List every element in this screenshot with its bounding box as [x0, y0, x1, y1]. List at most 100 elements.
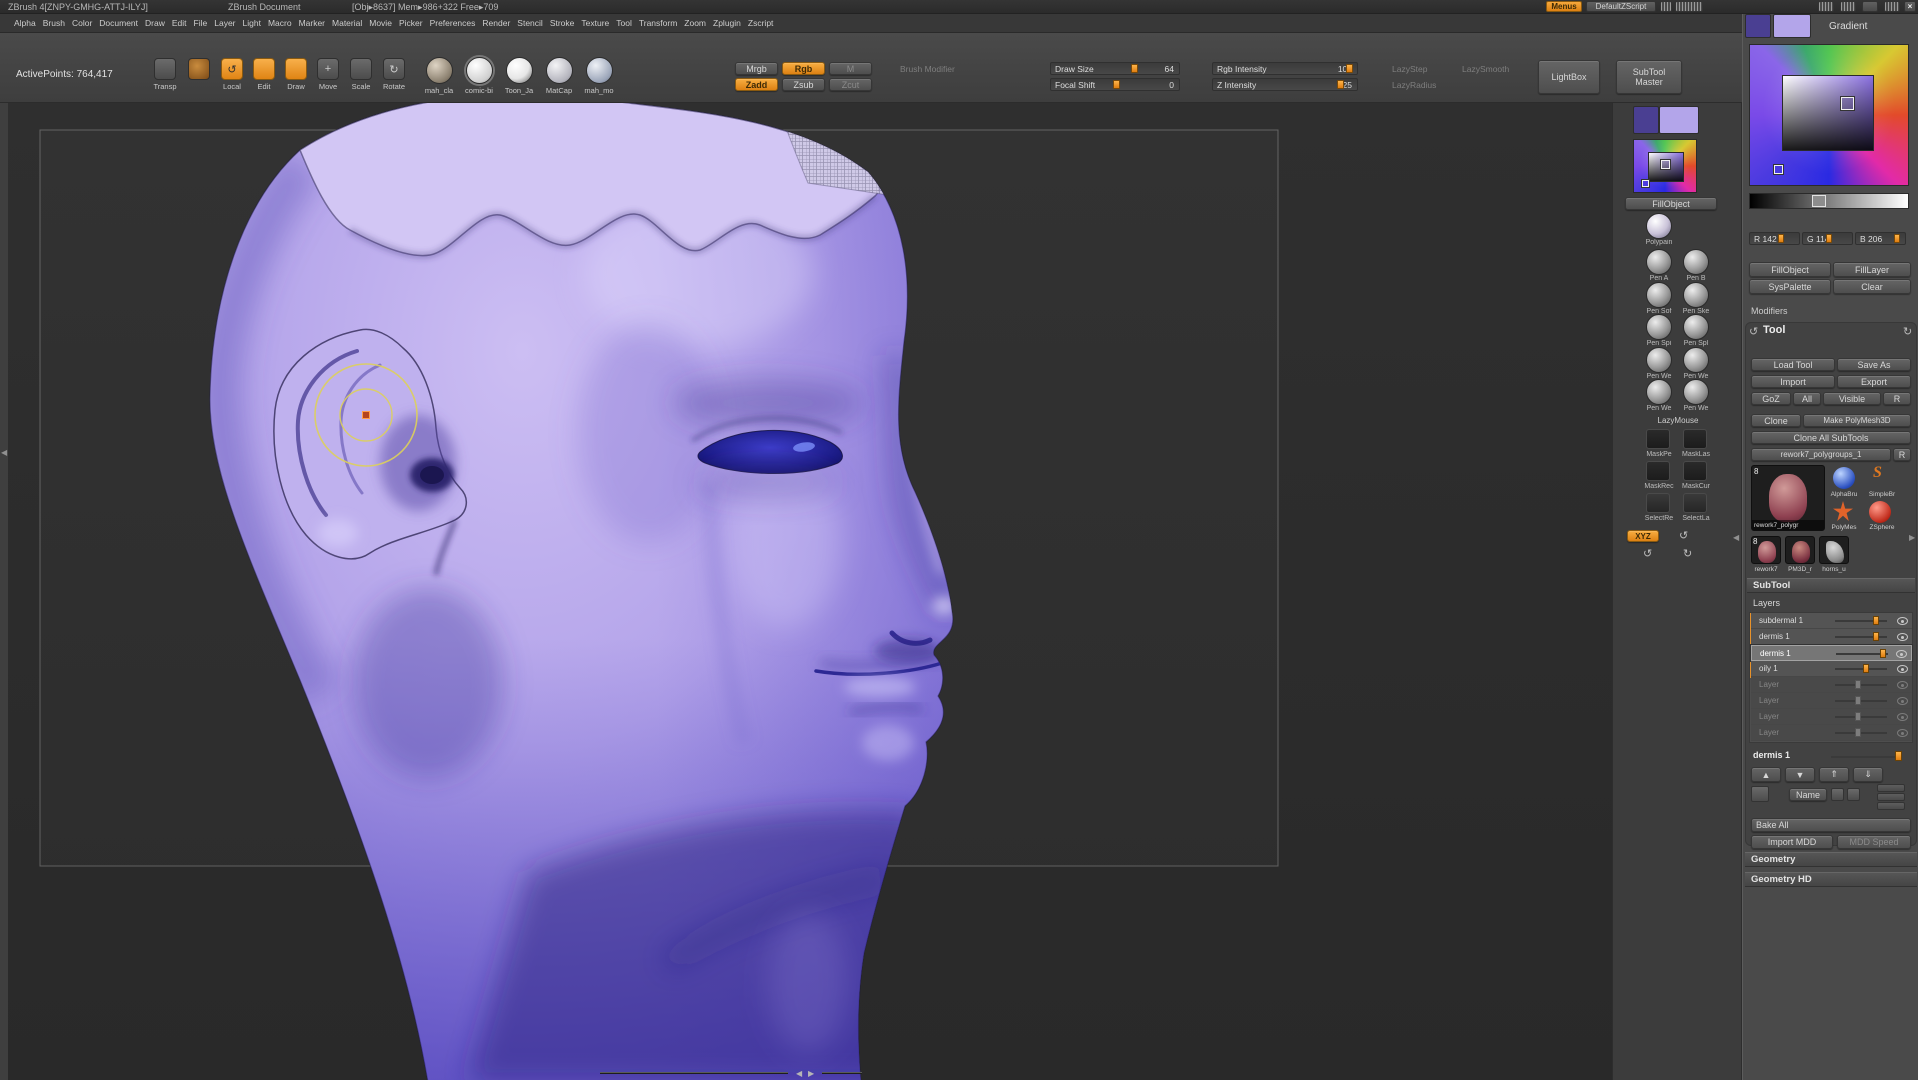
transp-button[interactable]: Transp — [150, 58, 180, 98]
mask-pen-icon[interactable] — [1646, 429, 1670, 449]
layer-intensity-handle[interactable] — [1855, 680, 1861, 689]
pen-a-icon[interactable] — [1646, 249, 1672, 275]
scroll-left-icon[interactable]: ◀ — [796, 1069, 802, 1078]
menu-edit[interactable]: Edit — [172, 18, 187, 28]
default-zscript-button[interactable]: DefaultZScript — [1586, 1, 1656, 12]
material-slot[interactable]: mah_cla — [422, 57, 456, 95]
menu-document[interactable]: Document — [99, 18, 138, 28]
local-button[interactable]: ↺ Local — [217, 58, 247, 98]
menu-alpha[interactable]: Alpha — [14, 18, 36, 28]
green-handle[interactable] — [1826, 234, 1832, 243]
menu-light[interactable]: Light — [243, 18, 261, 28]
clear-button[interactable]: Clear — [1833, 279, 1911, 294]
blue-slider[interactable]: B 206 — [1855, 232, 1906, 245]
menu-stencil[interactable]: Stencil — [517, 18, 543, 28]
draw-size-handle[interactable] — [1131, 64, 1138, 73]
canvas-viewport[interactable] — [8, 103, 1612, 1080]
import-button[interactable]: Import — [1751, 375, 1835, 388]
spin-left-icon[interactable]: ↺ — [1643, 547, 1652, 560]
subtool-master-button[interactable]: SubTool Master — [1616, 60, 1682, 94]
layer-row-empty[interactable]: Layer — [1751, 677, 1912, 693]
clone-all-subtools-button[interactable]: Clone All SubTools — [1751, 431, 1911, 444]
layer-row-empty[interactable]: Layer — [1751, 693, 1912, 709]
document-canvas[interactable] — [8, 103, 1612, 1080]
goz-visible-button[interactable]: Visible — [1823, 392, 1881, 405]
fill-object-button[interactable]: FillObject — [1749, 262, 1831, 277]
zadd-button[interactable]: Zadd — [735, 78, 778, 91]
current-tool-button[interactable]: rework7_polygroups_1 — [1751, 448, 1891, 461]
close-icon[interactable]: × — [1904, 1, 1916, 12]
material-slot[interactable]: mah_mo — [582, 57, 616, 95]
spin-right-icon[interactable]: ↻ — [1683, 547, 1692, 560]
layer-intensity-handle[interactable] — [1855, 696, 1861, 705]
rgb-button[interactable]: Rgb — [782, 62, 825, 75]
blue-handle[interactable] — [1894, 234, 1900, 243]
color-picker[interactable] — [1749, 44, 1909, 186]
delete-layer-icon[interactable] — [1847, 788, 1860, 801]
pen-splash-icon[interactable] — [1683, 314, 1709, 340]
sys-palette-button[interactable]: SysPalette — [1749, 279, 1831, 294]
mask-curve-icon[interactable] — [1683, 461, 1707, 481]
focal-shift-slider[interactable]: Focal Shift 0 — [1050, 78, 1180, 91]
alpha-brush-icon[interactable] — [1833, 467, 1855, 489]
menus-toggle-button[interactable]: Menus — [1546, 1, 1582, 12]
menu-marker[interactable]: Marker — [299, 18, 325, 28]
mrgb-button[interactable]: Mrgb — [735, 62, 778, 75]
draw-size-slider[interactable]: Draw Size 64 — [1050, 62, 1180, 75]
panel-config-icon[interactable] — [1884, 1, 1900, 12]
dock-arrow-icon[interactable]: ↺ — [1749, 325, 1758, 338]
bake-all-button[interactable]: Bake All — [1751, 818, 1911, 832]
picker-cursor[interactable] — [1841, 97, 1854, 110]
layer-intensity-handle[interactable] — [1880, 649, 1886, 658]
script-bar-icon[interactable] — [1660, 1, 1672, 12]
active-layer-handle[interactable] — [1895, 751, 1902, 761]
pen-wet-icon[interactable] — [1683, 379, 1709, 405]
pen-spike-icon[interactable] — [1646, 314, 1672, 340]
left-tray-collapse-icon[interactable]: ◀ — [1, 448, 7, 457]
red-handle[interactable] — [1778, 234, 1784, 243]
make-polymesh3d-button[interactable]: Make PolyMesh3D — [1803, 414, 1911, 427]
menu-draw[interactable]: Draw — [145, 18, 165, 28]
fill-layer-button[interactable]: FillLayer — [1833, 262, 1911, 277]
move-button[interactable]: + Move — [313, 58, 343, 98]
menu-material[interactable]: Material — [332, 18, 362, 28]
rgb-intensity-handle[interactable] — [1346, 64, 1353, 73]
layer-visibility-eye-icon[interactable] — [1897, 633, 1908, 641]
pen-wet-icon[interactable] — [1683, 347, 1709, 373]
layer-intensity-handle[interactable] — [1863, 664, 1869, 673]
material-slot-selected[interactable]: comic-bi — [462, 57, 496, 95]
menu-layer[interactable]: Layer — [214, 18, 235, 28]
goz-r-button[interactable]: R — [1883, 392, 1911, 405]
scroll-track-end[interactable] — [822, 1072, 862, 1074]
lightbox-button[interactable]: LightBox — [1538, 60, 1600, 94]
layer-visibility-eye-icon[interactable] — [1897, 617, 1908, 625]
layer-visibility-eye-icon[interactable] — [1897, 713, 1908, 721]
rotate-axis-icon[interactable]: ↺ — [1679, 529, 1688, 542]
layer-list-option-icon[interactable] — [1877, 793, 1905, 801]
recent-tool-thumbnail[interactable]: 8 — [1751, 536, 1781, 564]
lock-icon[interactable] — [1862, 1, 1878, 12]
layer-intensity-handle[interactable] — [1855, 712, 1861, 721]
zcut-button[interactable]: Zcut — [829, 78, 872, 91]
mask-rect-icon[interactable] — [1646, 461, 1670, 481]
subtool-section-header[interactable]: SubTool — [1747, 578, 1915, 593]
pen-wet-icon[interactable] — [1646, 347, 1672, 373]
layer-row[interactable]: dermis 1 — [1751, 629, 1912, 645]
zsphere-icon[interactable] — [1869, 501, 1891, 523]
layer-row-selected[interactable]: dermis 1 — [1751, 645, 1912, 661]
menu-zplugin[interactable]: Zplugin — [713, 18, 741, 28]
menu-picker[interactable]: Picker — [399, 18, 423, 28]
select-rect-icon[interactable] — [1646, 493, 1670, 513]
new-layer-icon[interactable] — [1751, 786, 1769, 802]
pen-soft-icon[interactable] — [1646, 282, 1672, 308]
layer-visibility-eye-icon[interactable] — [1896, 650, 1907, 658]
tray-secondary-color-swatch[interactable] — [1659, 106, 1699, 134]
green-slider[interactable]: G 114 — [1802, 232, 1853, 245]
layer-intensity-handle[interactable] — [1855, 728, 1861, 737]
sv-square[interactable] — [1782, 75, 1874, 151]
layer-visibility-eye-icon[interactable] — [1897, 681, 1908, 689]
recent-tool-thumbnail[interactable] — [1785, 536, 1815, 564]
rgb-intensity-slider[interactable]: Rgb Intensity 100 — [1212, 62, 1358, 75]
layer-down-button[interactable]: ▼ — [1785, 767, 1815, 782]
edit-button[interactable]: Edit — [249, 58, 279, 98]
